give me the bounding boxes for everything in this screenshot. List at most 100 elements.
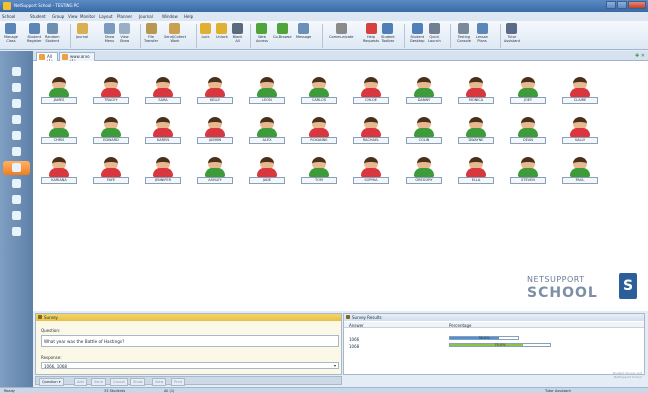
ribbon-button-2[interactable]: Random Student xyxy=(45,23,60,43)
student-tile[interactable]: CHRIS xyxy=(41,117,77,147)
ribbon-button-3[interactable]: Journal xyxy=(76,23,88,39)
student-tile[interactable]: DANNY xyxy=(406,77,442,107)
student-tile[interactable]: ASHLEY xyxy=(197,157,233,187)
student-tile[interactable]: TRACEY xyxy=(93,77,129,107)
tab-all[interactable]: All (1) xyxy=(36,52,58,64)
ribbon-button-17[interactable]: Student Desktop xyxy=(410,23,424,43)
student-tile[interactable]: JAMES xyxy=(41,77,77,107)
student-tile[interactable]: ELLA xyxy=(458,157,494,187)
ribbon-button-13[interactable]: Message xyxy=(296,23,311,39)
student-tile[interactable]: KAREN xyxy=(145,117,181,147)
ribbon-label: Tutor Assistant xyxy=(504,35,520,43)
view-button-4[interactable] xyxy=(9,129,24,143)
student-name: STEVEN xyxy=(510,177,546,184)
menu-7[interactable]: Journal xyxy=(139,14,153,19)
ribbon-button-20[interactable]: Lesson Plans xyxy=(476,23,488,43)
student-name: PAUL xyxy=(562,177,598,184)
tab-group[interactable]: www.arvo (1) xyxy=(59,52,95,64)
survey-tool-5[interactable]: View xyxy=(152,378,167,386)
tutor-assistant-icon xyxy=(506,23,518,34)
menu-1[interactable]: Student xyxy=(30,14,46,19)
student-tile[interactable]: DEAN xyxy=(510,117,546,147)
ribbon-button-21[interactable]: Tutor Assistant xyxy=(504,23,520,43)
ribbon-button-1[interactable]: Student Register xyxy=(27,23,41,43)
ribbon-button-10[interactable]: Blank All xyxy=(232,23,243,43)
student-tile[interactable]: MONICA xyxy=(458,77,494,107)
close-button[interactable] xyxy=(628,1,646,9)
menu-8[interactable]: Window xyxy=(162,14,178,19)
menu-9[interactable]: Help xyxy=(184,14,193,19)
student-tile[interactable]: SOPHIA xyxy=(353,157,389,187)
ribbon-button-8[interactable]: Lock xyxy=(200,23,211,39)
survey-tool-6[interactable]: Print xyxy=(171,378,186,386)
survey-tool-4[interactable]: Show xyxy=(130,378,146,386)
survey-tool-3[interactable]: Cancel xyxy=(110,378,128,386)
student-tile[interactable]: SARA xyxy=(145,77,181,107)
view-button-6[interactable] xyxy=(3,161,30,175)
ribbon-button-12[interactable]: Co-Browse xyxy=(273,23,292,39)
student-tile[interactable]: CARLOS xyxy=(301,77,337,107)
menu-6[interactable]: Planner xyxy=(117,14,132,19)
view-button-10[interactable] xyxy=(9,225,24,239)
student-tile[interactable]: RACHAEL xyxy=(353,117,389,147)
ribbon-button-4[interactable]: Show Menu xyxy=(104,23,115,43)
student-tile[interactable]: JOEY xyxy=(510,77,546,107)
menu-5[interactable]: Layout xyxy=(99,14,113,19)
ribbon-label: Journal xyxy=(76,35,89,39)
student-tile[interactable]: FAYE xyxy=(93,157,129,187)
student-tile[interactable]: CLAIRE xyxy=(562,77,598,107)
view-button-9[interactable] xyxy=(9,209,24,223)
menu-3[interactable]: View xyxy=(68,14,78,19)
ribbon-button-11[interactable]: Web Access xyxy=(256,23,268,43)
student-tile[interactable]: DWAYNE xyxy=(458,117,494,147)
student-tile[interactable]: ROXANNE xyxy=(301,117,337,147)
student-tile[interactable]: KELLY xyxy=(197,77,233,107)
student-tile[interactable]: SALLY xyxy=(562,117,598,147)
tab-tools[interactable]: ✚ ✕ xyxy=(635,53,645,59)
student-tile[interactable]: ALEX xyxy=(249,117,285,147)
student-tile[interactable]: CHLOE xyxy=(353,77,389,107)
view-button-5[interactable] xyxy=(9,145,24,159)
student-tile[interactable]: KARIANA xyxy=(41,157,77,187)
ribbon-separator xyxy=(500,24,501,48)
student-body-icon xyxy=(49,88,69,97)
survey-tool-0[interactable]: Question ▾ xyxy=(39,378,64,386)
student-tile[interactable]: JASMIN xyxy=(197,117,233,147)
student-tile[interactable]: STEVEN xyxy=(510,157,546,187)
minimize-button[interactable] xyxy=(606,1,616,9)
student-tile[interactable]: EDWARD xyxy=(93,117,129,147)
student-tile[interactable]: PAUL xyxy=(562,157,598,187)
response-dropdown[interactable]: 1066, 1068 ▾ xyxy=(41,362,339,369)
ribbon-button-15[interactable]: Help Requests xyxy=(363,23,379,43)
view-button-8[interactable] xyxy=(9,193,24,207)
menu-0[interactable]: School xyxy=(2,14,15,19)
ribbon-button-19[interactable]: Testing Console xyxy=(457,23,471,43)
ribbon-button-14[interactable]: Communicate xyxy=(329,23,353,39)
student-name: ASHLEY xyxy=(197,177,233,184)
menu-4[interactable]: Monitor xyxy=(80,14,95,19)
ribbon-button-6[interactable]: File Transfer xyxy=(144,23,158,43)
brand-footer: Student Survey List NetSupport School xyxy=(613,371,642,379)
survey-tool-1[interactable]: Add xyxy=(74,378,87,386)
view-button-7[interactable] xyxy=(9,177,24,191)
view-button-3[interactable] xyxy=(9,113,24,127)
student-tile[interactable]: COLIN xyxy=(406,117,442,147)
ribbon-button-9[interactable]: Unlock xyxy=(216,23,228,39)
survey-tool-2[interactable]: Send xyxy=(91,378,106,386)
ribbon-button-5[interactable]: View Show xyxy=(119,23,130,43)
student-tile[interactable]: JADE xyxy=(249,157,285,187)
menu-2[interactable]: Group xyxy=(52,14,64,19)
ribbon-button-0[interactable]: Manage Class xyxy=(4,23,18,43)
question-field[interactable]: What year was the Battle of Hastings? xyxy=(41,335,339,347)
view-button-0[interactable] xyxy=(9,65,24,79)
maximize-button[interactable] xyxy=(617,1,627,9)
ribbon-button-18[interactable]: Quick Launch xyxy=(428,23,441,43)
student-tile[interactable]: LEON xyxy=(249,77,285,107)
student-tile[interactable]: TOM xyxy=(301,157,337,187)
view-button-2[interactable] xyxy=(9,97,24,111)
view-button-1[interactable] xyxy=(9,81,24,95)
student-tile[interactable]: GREGORY xyxy=(406,157,442,187)
student-tile[interactable]: JENNIFER xyxy=(145,157,181,187)
ribbon-button-16[interactable]: Student Toolbar xyxy=(381,23,395,43)
ribbon-button-7[interactable]: Send/Collect Work xyxy=(164,23,186,43)
